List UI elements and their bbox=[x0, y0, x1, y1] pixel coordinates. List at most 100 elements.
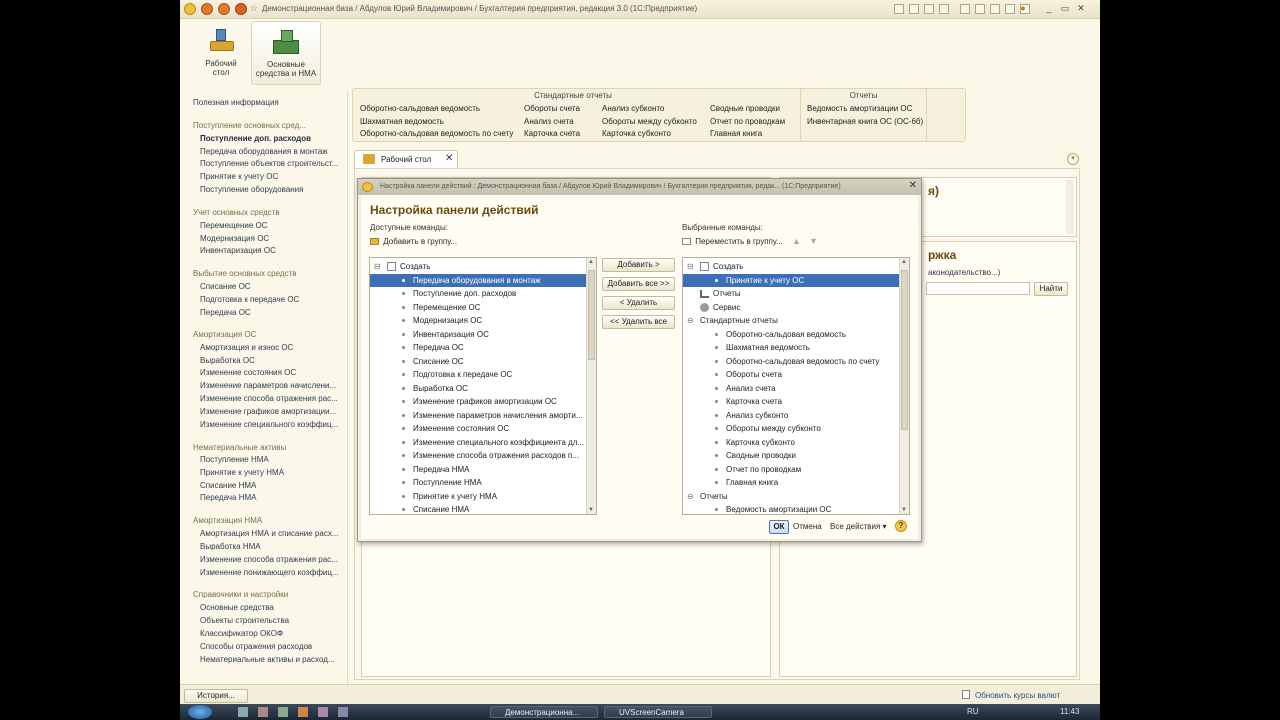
list-item[interactable]: Поступление НМА bbox=[370, 476, 596, 490]
tree-group-reports[interactable]: Отчеты bbox=[683, 287, 909, 301]
list-item[interactable]: Анализ субконто bbox=[683, 409, 909, 423]
history-button[interactable]: История... bbox=[184, 689, 248, 703]
dialog-close-icon[interactable]: ✕ bbox=[909, 180, 917, 191]
nav-item[interactable]: Основные средства bbox=[200, 603, 274, 612]
calendar-icon[interactable] bbox=[960, 4, 970, 14]
move-to-group-link[interactable]: Переместить в группу... bbox=[682, 237, 783, 246]
list-item[interactable]: Обороты счета bbox=[683, 368, 909, 382]
nav-item[interactable]: Нематериальные активы и расход... bbox=[200, 655, 335, 664]
tree-group-create[interactable]: ⊟ Создать bbox=[370, 260, 596, 274]
collapse-chevron-icon[interactable]: ▾ bbox=[1067, 153, 1079, 165]
star-outline-icon[interactable] bbox=[924, 4, 934, 14]
nav-item[interactable]: Подготовка к передаче ОС bbox=[200, 295, 299, 304]
list-item[interactable]: Перемещение ОС bbox=[370, 301, 596, 315]
nav-splitter[interactable] bbox=[347, 92, 350, 686]
report-link[interactable]: Карточка счета bbox=[524, 129, 580, 138]
tree-group-reports-2[interactable]: ⊖ Отчеты bbox=[683, 490, 909, 504]
list-item[interactable]: Поступление доп. расходов bbox=[370, 287, 596, 301]
quicklaunch-icon[interactable] bbox=[278, 707, 288, 717]
nav-item[interactable]: Объекты строительства bbox=[200, 616, 289, 625]
nav-item[interactable]: Передача оборудования в монтаж bbox=[200, 147, 328, 156]
list-item[interactable]: Передача НМА bbox=[370, 463, 596, 477]
available-scrollbar[interactable]: ▲ ▼ bbox=[586, 258, 596, 514]
nav-item[interactable]: Передача ОС bbox=[200, 308, 251, 317]
tree-group-service[interactable]: Сервис bbox=[683, 301, 909, 315]
back-icon[interactable] bbox=[201, 3, 213, 15]
help-icon[interactable]: ? bbox=[895, 520, 907, 532]
bg-search-input[interactable] bbox=[926, 282, 1030, 295]
nav-item[interactable]: Поступление оборудования bbox=[200, 185, 303, 194]
nav-item[interactable]: Поступление доп. расходов bbox=[200, 134, 311, 143]
collapse-icon[interactable]: ⊖ bbox=[687, 490, 694, 503]
report-link[interactable]: Сводные проводки bbox=[710, 104, 780, 113]
nav-item[interactable]: Принятие к учету ОС bbox=[200, 172, 278, 181]
taskbar-item[interactable]: Демонстрационна... bbox=[490, 706, 598, 718]
nav-item[interactable]: Принятие к учету НМА bbox=[200, 468, 284, 477]
start-button-icon[interactable] bbox=[188, 705, 212, 719]
scroll-down-icon[interactable]: ▼ bbox=[588, 507, 594, 513]
copy-icon[interactable] bbox=[894, 4, 904, 14]
add-all-button[interactable]: Добавить все >> bbox=[602, 277, 675, 291]
remove-all-button[interactable]: << Удалить все bbox=[602, 315, 675, 329]
nav-item[interactable]: Перемещение ОС bbox=[200, 221, 268, 230]
list-item[interactable]: Модернизация ОС bbox=[370, 314, 596, 328]
report-link[interactable]: Карточка субконто bbox=[602, 129, 671, 138]
report-link[interactable]: Обороты между субконто bbox=[602, 117, 697, 126]
info-icon[interactable]: ● bbox=[1016, 2, 1030, 15]
list-item[interactable]: Списание ОС bbox=[370, 355, 596, 369]
list-item[interactable]: Изменение графиков амортизации ОС bbox=[370, 395, 596, 409]
tab-desktop[interactable]: Рабочий стол ✕ bbox=[354, 150, 458, 168]
quicklaunch-icon[interactable] bbox=[338, 707, 348, 717]
report-link[interactable]: Отчет по проводкам bbox=[710, 117, 785, 126]
quicklaunch-icon[interactable] bbox=[298, 707, 308, 717]
report-link[interactable]: Шахматная ведомость bbox=[360, 117, 444, 126]
nav-item[interactable]: Изменение способа отражения рас... bbox=[200, 394, 338, 403]
report-link[interactable]: Главная книга bbox=[710, 129, 762, 138]
list-item[interactable]: Оборотно-сальдовая ведомость bbox=[683, 328, 909, 342]
nav-item[interactable]: Выработка ОС bbox=[200, 356, 255, 365]
nav-item[interactable]: Амортизация НМА и списание расх... bbox=[200, 529, 338, 538]
selected-scrollbar[interactable]: ▲ ▼ bbox=[899, 258, 909, 514]
list-item[interactable]: Передача оборудования в монтаж bbox=[370, 273, 596, 287]
forward-icon[interactable] bbox=[218, 3, 230, 15]
section-desktop[interactable]: Рабочий стол bbox=[186, 21, 256, 85]
nav-item[interactable]: Классификатор ОКОФ bbox=[200, 629, 283, 638]
available-commands-list[interactable]: ⊟ Создать Передача оборудования в монтаж… bbox=[369, 257, 597, 515]
list-item[interactable]: Сводные проводки bbox=[683, 449, 909, 463]
tree-group-std-reports[interactable]: ⊖ Стандартные отчеты bbox=[683, 314, 909, 328]
update-rates-link[interactable]: Обновить курсы валют bbox=[975, 691, 1060, 700]
minimize-button[interactable]: _ bbox=[1042, 2, 1056, 15]
list-item[interactable]: Принятие к учету НМА bbox=[370, 490, 596, 504]
star-icon[interactable]: ☆ bbox=[249, 4, 259, 14]
list-item[interactable]: Изменение специального коэффициента дл..… bbox=[370, 436, 596, 450]
cancel-button[interactable]: Отмена bbox=[793, 522, 822, 531]
section-fixed-assets[interactable]: Основные средства и НМА bbox=[251, 21, 321, 85]
nav-item[interactable]: Передача НМА bbox=[200, 493, 256, 502]
move-up-icon[interactable]: ▲ bbox=[792, 236, 801, 246]
list-item[interactable]: Обороты между субконто bbox=[683, 422, 909, 436]
nav-item[interactable]: Изменение понижающего коэффиц... bbox=[200, 568, 339, 577]
collapse-icon[interactable]: ⊖ bbox=[687, 314, 694, 327]
collapse-icon[interactable]: ⊟ bbox=[374, 260, 381, 273]
report-link[interactable]: Оборотно-сальдовая ведомость по счету bbox=[360, 129, 513, 138]
list-item[interactable]: Отчет по проводкам bbox=[683, 463, 909, 477]
nav-item[interactable]: Изменение состояния ОС bbox=[200, 368, 296, 377]
scroll-up-icon[interactable]: ▲ bbox=[901, 259, 907, 265]
list-item[interactable]: Главная книга bbox=[683, 476, 909, 490]
nav-item[interactable]: Изменение графиков амортизации... bbox=[200, 407, 336, 416]
report-link[interactable]: Ведомость амортизации ОС bbox=[807, 104, 912, 113]
clock[interactable]: 11:43 bbox=[1060, 707, 1079, 716]
list-item[interactable]: Принятие к учету ОС bbox=[683, 273, 909, 287]
report-link[interactable]: Оборотно-сальдовая ведомость bbox=[360, 104, 480, 113]
quicklaunch-icon[interactable] bbox=[258, 707, 268, 717]
restore-button[interactable]: ▭ bbox=[1058, 2, 1072, 15]
add-button[interactable]: Добавить > bbox=[602, 258, 675, 272]
language-indicator[interactable]: RU bbox=[967, 707, 979, 716]
list-item[interactable]: Передача ОС bbox=[370, 341, 596, 355]
selected-commands-list[interactable]: ⊟ Создать Принятие к учету ОС Отчеты Сер… bbox=[682, 257, 910, 515]
nav-item[interactable]: Изменение способа отражения рас... bbox=[200, 555, 338, 564]
nav-item[interactable]: Амортизация и износ ОС bbox=[200, 343, 293, 352]
bg-law-link[interactable]: аконодательство...) bbox=[928, 268, 1000, 277]
report-link[interactable]: Обороты счета bbox=[524, 104, 580, 113]
quicklaunch-icon[interactable] bbox=[318, 707, 328, 717]
